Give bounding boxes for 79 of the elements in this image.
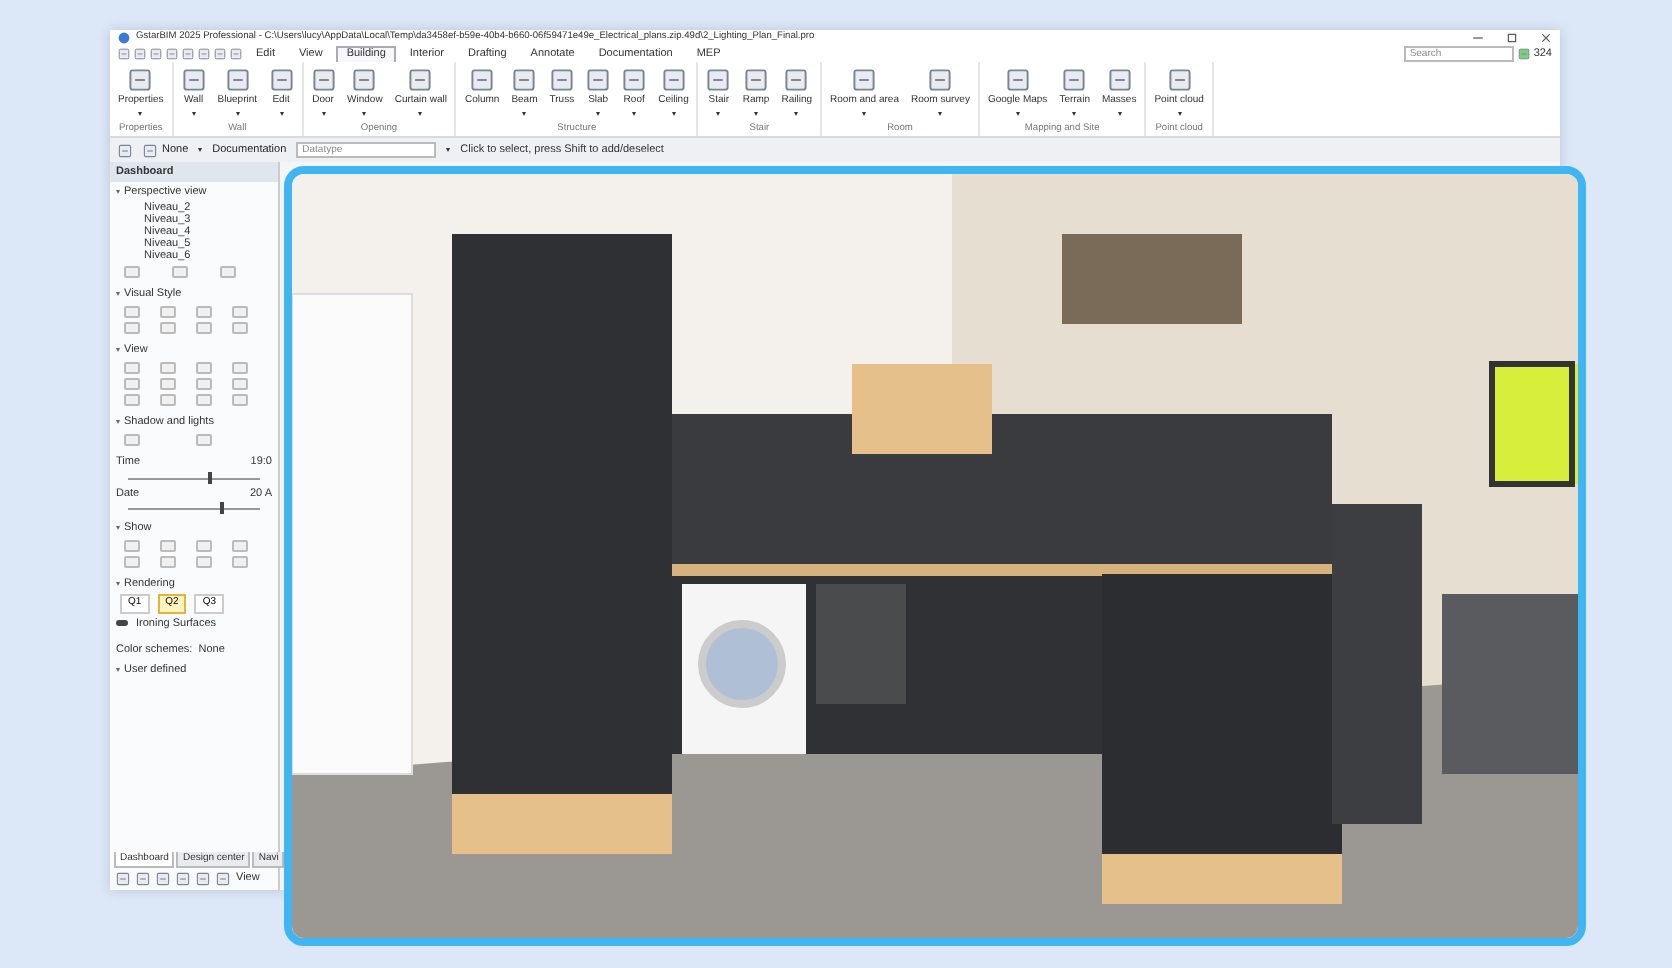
tool-icon: [181, 68, 206, 92]
tile-icon[interactable]: [196, 394, 212, 406]
tile-icon[interactable]: [220, 265, 236, 277]
tile-icon[interactable]: [160, 556, 176, 568]
tool-icon: [470, 68, 495, 92]
tile-icon[interactable]: [124, 434, 140, 447]
app-logo-icon: [118, 32, 130, 44]
maximize-icon[interactable]: [1506, 32, 1518, 44]
quick-access-icon[interactable]: [214, 48, 226, 60]
tile-icon[interactable]: [124, 265, 140, 277]
tile-icon[interactable]: [196, 378, 212, 390]
tile-icon[interactable]: [232, 321, 248, 334]
tool-icon[interactable]: [216, 872, 230, 886]
status-icon: [1517, 48, 1530, 60]
tile-icon[interactable]: [232, 556, 248, 568]
quick-access-icon[interactable]: [198, 48, 210, 60]
tool-icon: [128, 68, 153, 92]
tile-icon[interactable]: [160, 540, 176, 552]
quick-access-icon[interactable]: [182, 48, 194, 60]
tile-icon[interactable]: [124, 321, 140, 334]
tool-icon: [1167, 68, 1192, 92]
tool-icon: [852, 68, 877, 92]
tool-icon: [586, 68, 611, 92]
tool-icon: [408, 68, 433, 92]
quick-access-icon[interactable]: [230, 48, 242, 60]
tool-icon[interactable]: [196, 872, 210, 886]
tile-icon[interactable]: [160, 378, 176, 390]
tile-icon[interactable]: [124, 556, 140, 568]
tool-icon: [549, 68, 574, 92]
tool-icon[interactable]: [176, 872, 190, 886]
tile-icon[interactable]: [160, 321, 176, 334]
tool-icon[interactable]: [136, 872, 150, 886]
caret-icon: [198, 148, 203, 152]
tool-icon: [225, 68, 250, 92]
tile-icon[interactable]: [124, 305, 140, 318]
tool-icon: [744, 68, 769, 92]
quick-access-icon[interactable]: [166, 48, 178, 60]
tool-icon[interactable]: [156, 872, 170, 886]
tool-icon: [784, 68, 809, 92]
tool-icon: [661, 68, 686, 92]
tool-icon: [1062, 68, 1087, 92]
tile-icon[interactable]: [232, 305, 248, 318]
tool-icon[interactable]: [116, 872, 130, 886]
minimize-icon[interactable]: [1472, 32, 1484, 44]
quick-access-icon[interactable]: [150, 48, 162, 60]
tool-icon: [706, 68, 731, 92]
slider-thumb[interactable]: [207, 472, 212, 484]
tile-icon[interactable]: [196, 321, 212, 334]
tile-icon[interactable]: [196, 362, 212, 374]
tool-icon: [1005, 68, 1030, 92]
tool-icon: [352, 68, 377, 92]
tile-icon[interactable]: [124, 540, 140, 552]
tool-icon: [512, 68, 537, 92]
slider-thumb[interactable]: [220, 502, 225, 515]
caret-icon: [446, 148, 451, 152]
toggle-icon[interactable]: [116, 620, 128, 627]
tile-icon[interactable]: [160, 305, 176, 318]
quick-access-icon[interactable]: [134, 48, 146, 60]
tile-icon[interactable]: [232, 378, 248, 390]
tile-icon[interactable]: [172, 265, 188, 277]
tool-icon: [1107, 68, 1132, 92]
tile-icon[interactable]: [232, 394, 248, 406]
tile-icon[interactable]: [160, 394, 176, 406]
tile-icon[interactable]: [196, 434, 212, 447]
close-icon[interactable]: [1540, 32, 1552, 44]
tile-icon[interactable]: [232, 540, 248, 552]
tool-icon: [622, 68, 647, 92]
tool-icon: [928, 68, 953, 92]
tile-icon[interactable]: [124, 362, 140, 374]
tile-icon[interactable]: [196, 305, 212, 318]
tool-icon: [311, 68, 336, 92]
tile-icon[interactable]: [160, 362, 176, 374]
tool-icon: [269, 68, 294, 92]
quick-access-icon[interactable]: [118, 48, 130, 60]
tile-icon[interactable]: [232, 362, 248, 374]
tile-icon[interactable]: [196, 540, 212, 552]
tile-icon[interactable]: [124, 378, 140, 390]
tile-icon[interactable]: [196, 556, 212, 568]
tile-icon[interactable]: [124, 394, 140, 406]
